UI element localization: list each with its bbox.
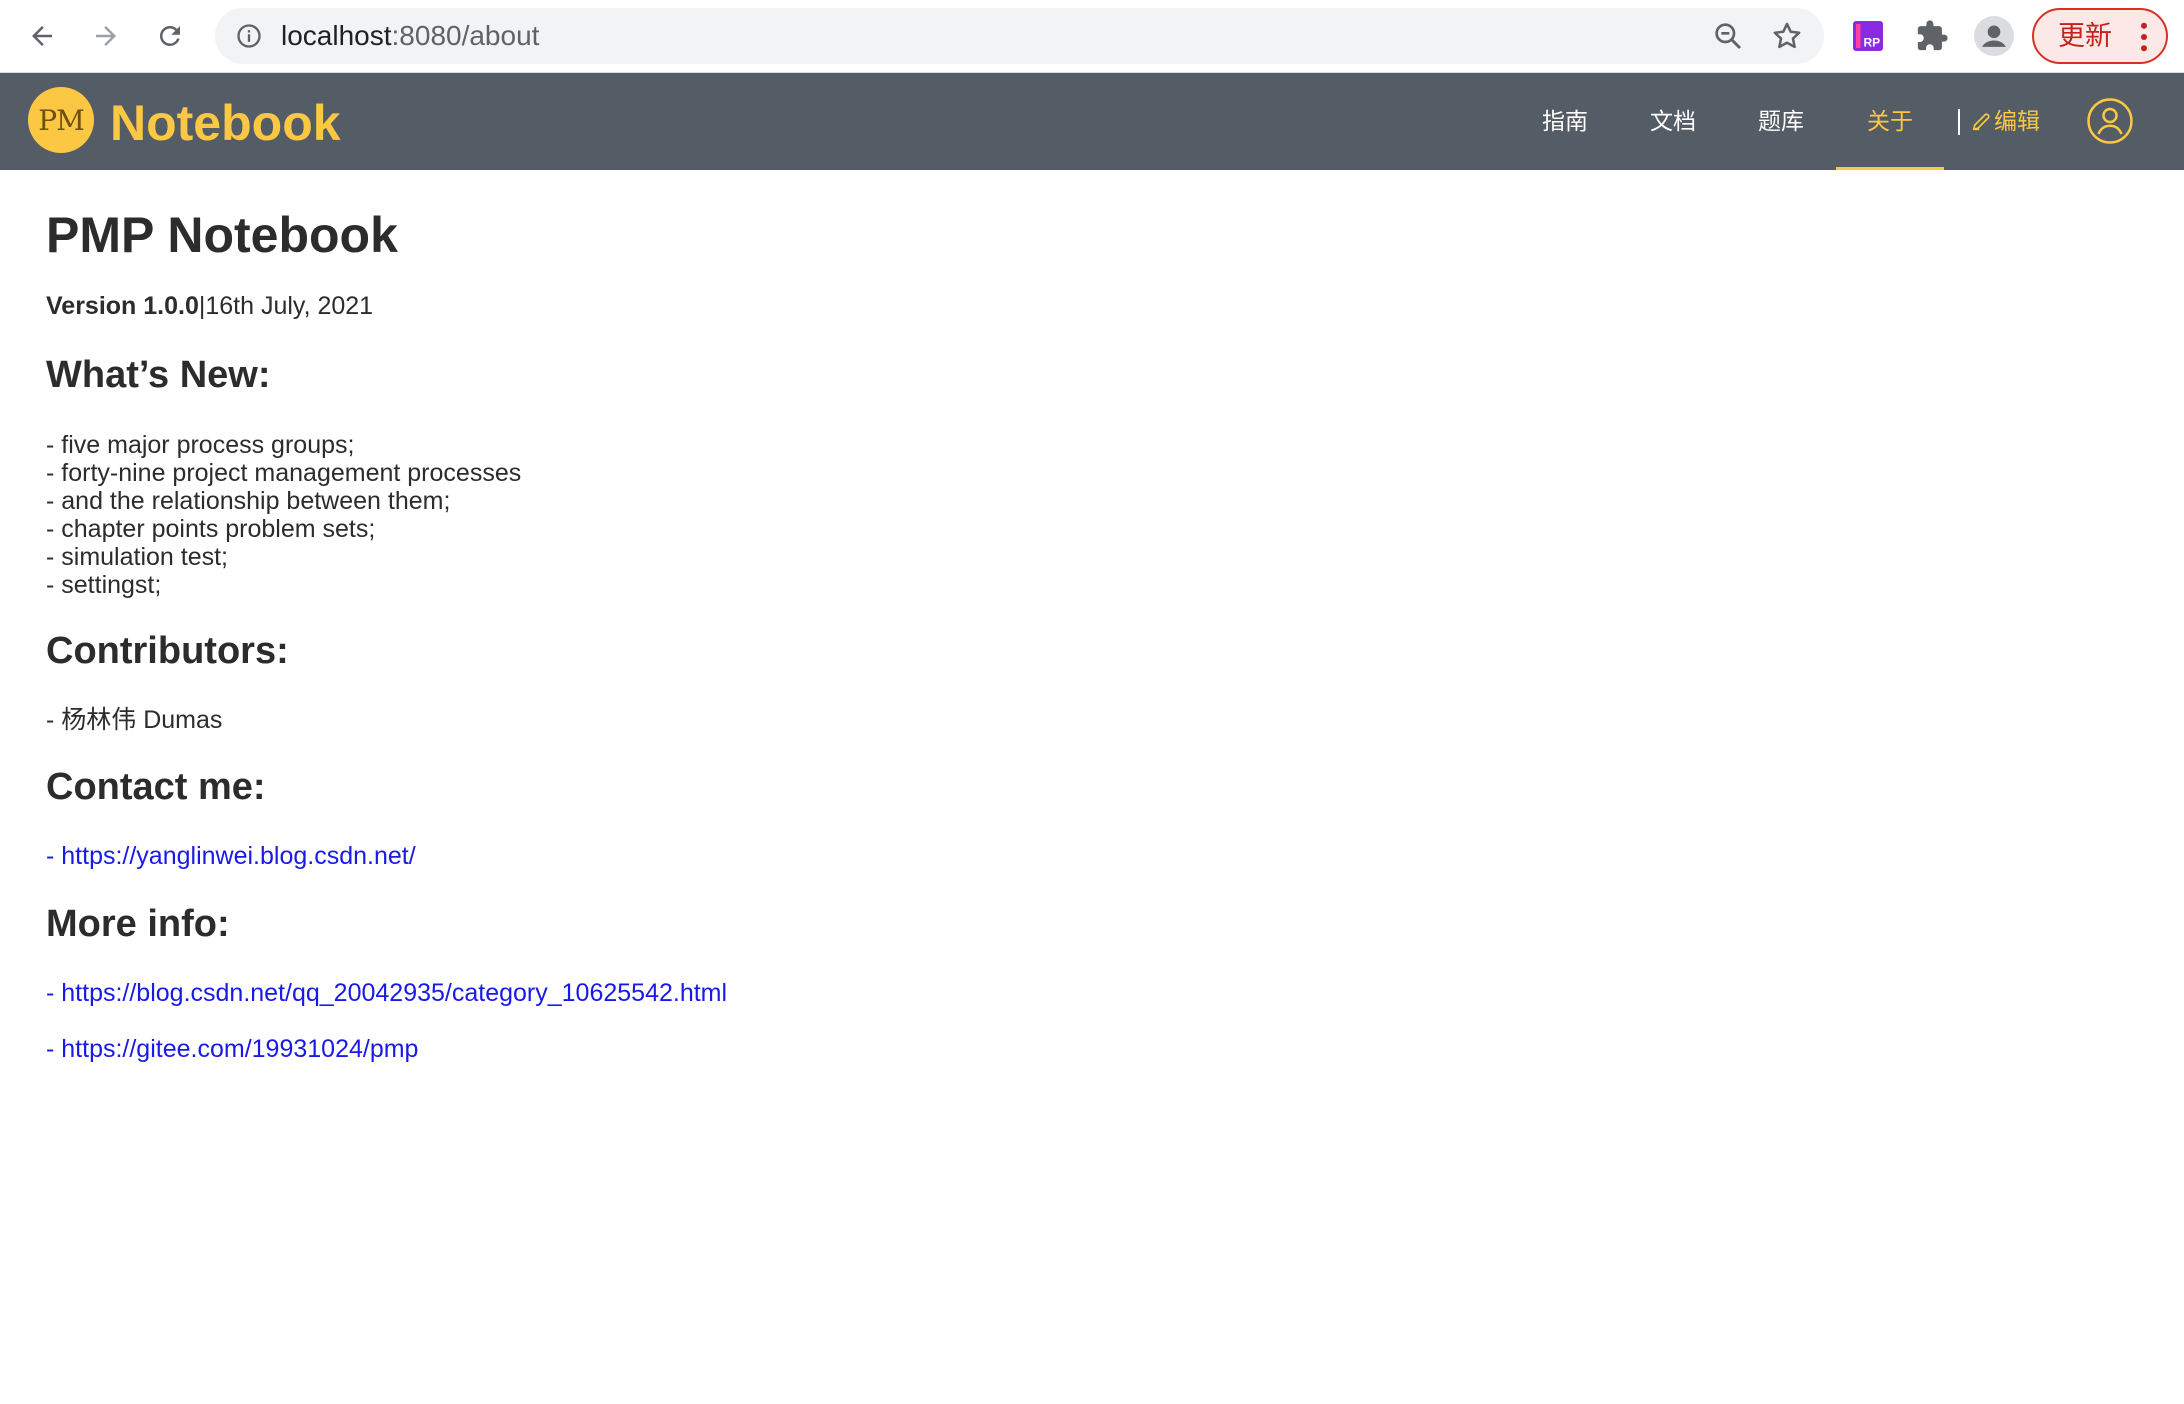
- zoom-out-icon[interactable]: [1712, 20, 1744, 52]
- url-path: :8080/about: [391, 20, 540, 51]
- nav-docs[interactable]: 文档: [1633, 73, 1713, 170]
- url-host: localhost: [281, 20, 392, 51]
- pencil-icon: [1972, 112, 1990, 130]
- rp-extension-icon[interactable]: RP: [1848, 16, 1888, 56]
- version-label: Version 1.0.0: [46, 292, 199, 320]
- list-item: - forty-nine project management processe…: [46, 459, 522, 487]
- update-button[interactable]: 更新: [2032, 8, 2168, 64]
- contact-link[interactable]: - https://yanglinwei.blog.csdn.net/: [46, 842, 416, 871]
- list-item: - chapter points problem sets;: [46, 515, 376, 543]
- extensions-puzzle-icon[interactable]: [1912, 16, 1952, 56]
- edit-label: 编辑: [1994, 108, 2040, 134]
- nav-about[interactable]: 关于: [1836, 73, 1944, 170]
- page-title: PMP Notebook: [46, 207, 398, 263]
- logo-text: PM: [38, 103, 85, 137]
- version-line: Version 1.0.0|16th July, 2021: [46, 292, 374, 320]
- nav-guide[interactable]: 指南: [1525, 73, 1605, 170]
- contact-heading: Contact me:: [46, 766, 266, 808]
- list-item: - and the relationship between them;: [46, 487, 451, 515]
- forward-button[interactable]: [84, 14, 128, 58]
- whats-new-heading: What’s New:: [46, 354, 271, 396]
- more-info-link-gitee[interactable]: - https://gitee.com/19931024/pmp: [46, 1035, 418, 1064]
- contributors-heading: Contributors:: [46, 630, 289, 672]
- arrow-left-icon: [32, 26, 52, 46]
- version-date: 16th July, 2021: [205, 292, 374, 320]
- nav-question-bank[interactable]: 题库: [1741, 73, 1821, 170]
- user-account-icon[interactable]: [2086, 97, 2134, 145]
- brand-title[interactable]: Notebook: [110, 73, 341, 170]
- list-item: - settingst;: [46, 571, 162, 599]
- info-icon[interactable]: [235, 22, 263, 50]
- more-info-heading: More info:: [46, 903, 230, 945]
- edit-link[interactable]: 编辑: [1970, 73, 2040, 170]
- update-label: 更新: [2058, 21, 2112, 51]
- kebab-menu-icon: [2141, 22, 2147, 52]
- profile-avatar-icon[interactable]: [1974, 16, 2014, 56]
- more-info-link-csdn[interactable]: - https://blog.csdn.net/qq_20042935/cate…: [46, 979, 727, 1008]
- list-item: - five major process groups;: [46, 431, 355, 459]
- reload-icon: [159, 25, 180, 46]
- nav-separator: [1958, 109, 1960, 135]
- list-item: - simulation test;: [46, 543, 229, 571]
- browser-toolbar: localhost:8080/about RP 更新: [0, 0, 2184, 73]
- active-tab-indicator: [1836, 167, 1944, 170]
- contributor-item: - 杨林伟 Dumas: [46, 706, 223, 734]
- whats-new-list: - five major process groups; - forty-nin…: [46, 431, 521, 599]
- app-header: PM Notebook 指南 文档 题库 关于 编辑: [0, 73, 2184, 170]
- arrow-right-icon: [96, 26, 116, 46]
- reload-button[interactable]: [148, 14, 192, 58]
- bookmark-star-icon[interactable]: [1770, 19, 1804, 53]
- url-text[interactable]: localhost:8080/about: [281, 8, 539, 64]
- address-bar[interactable]: localhost:8080/about: [215, 8, 1824, 64]
- back-button[interactable]: [20, 14, 64, 58]
- svg-text:RP: RP: [1864, 36, 1881, 50]
- pm-logo[interactable]: PM: [28, 87, 94, 153]
